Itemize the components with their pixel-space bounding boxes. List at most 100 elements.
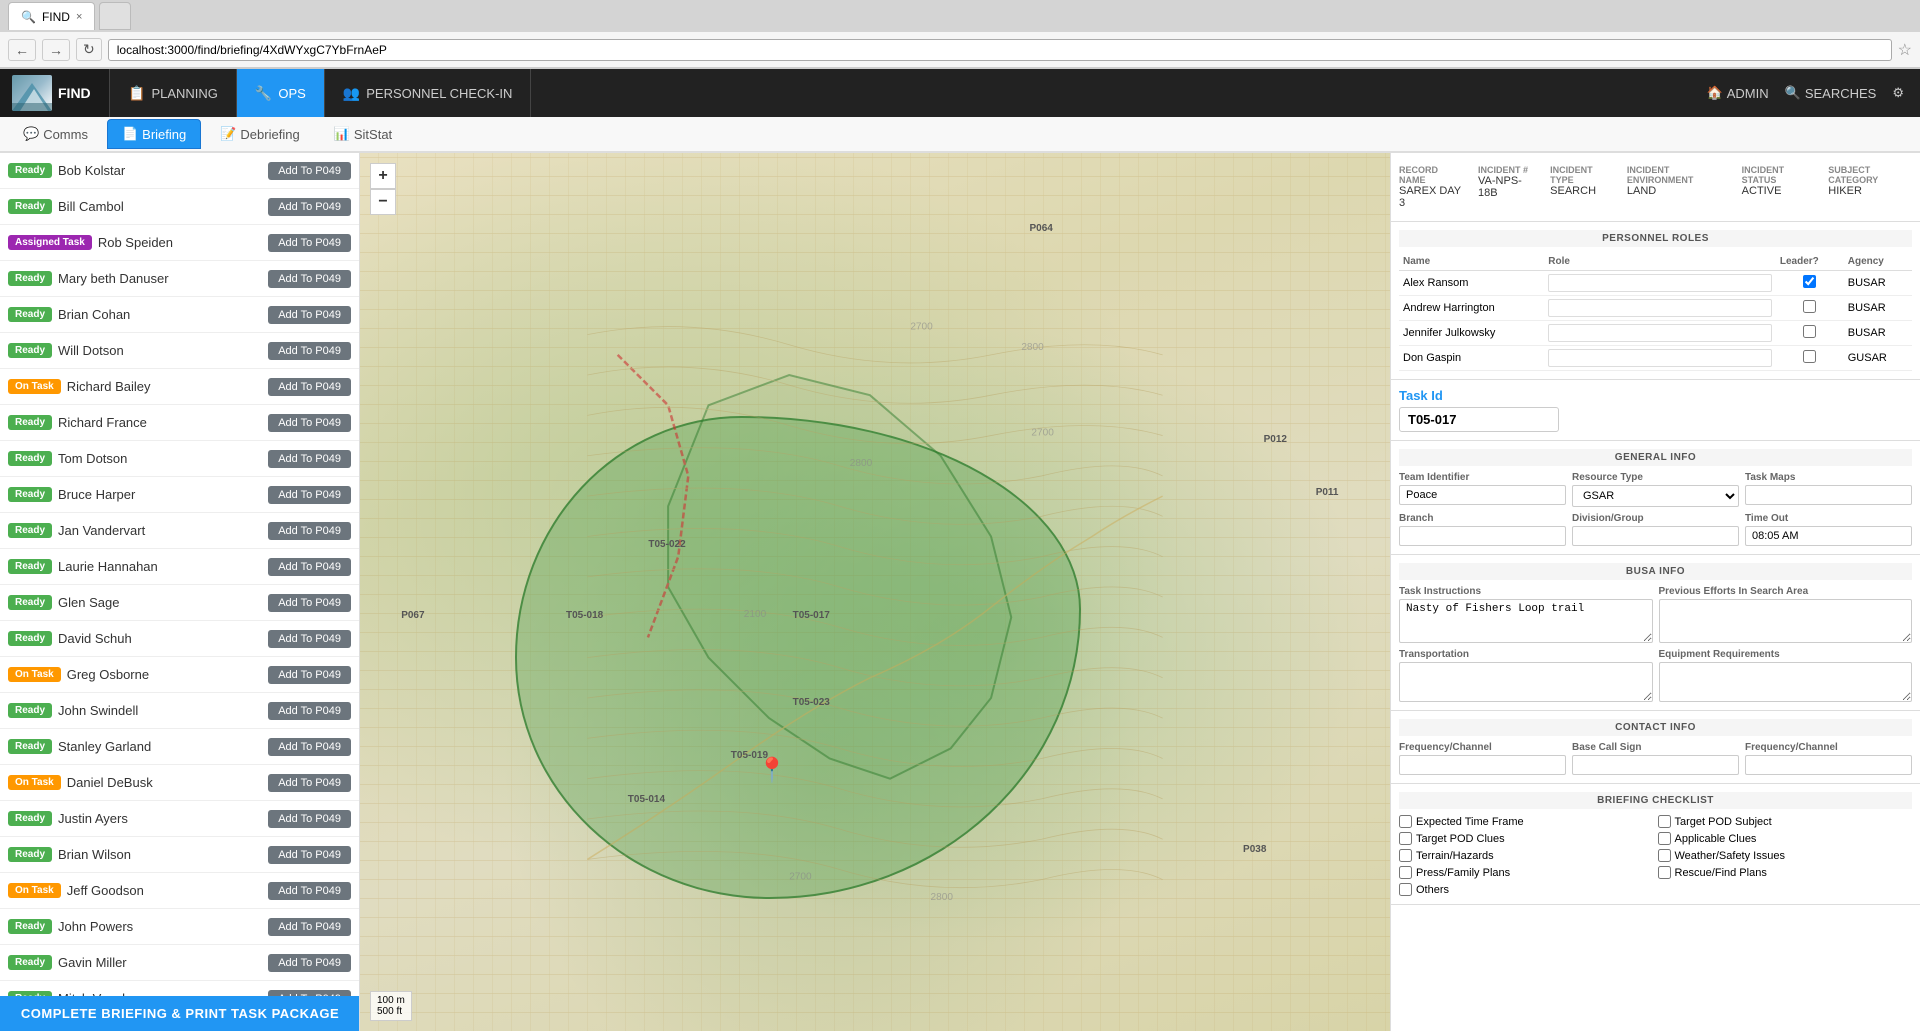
nav-tab-planning[interactable]: 📋 PLANNING — [110, 69, 237, 117]
list-item: Ready Stanley Garland Add To P049 — [0, 729, 359, 765]
add-to-task-btn[interactable]: Add To P049 — [268, 774, 351, 792]
person-name: Will Dotson — [58, 343, 124, 358]
role-input[interactable] — [1548, 324, 1772, 342]
freq-channel-input[interactable] — [1399, 755, 1566, 775]
transportation-input[interactable] — [1399, 662, 1653, 702]
sub-tab-comms[interactable]: 💬 Comms — [8, 119, 103, 149]
role-input[interactable] — [1548, 349, 1772, 367]
add-to-task-btn[interactable]: Add To P049 — [268, 270, 351, 288]
address-bar[interactable] — [108, 39, 1892, 61]
sub-tab-debriefing[interactable]: 📝 Debriefing — [205, 119, 314, 149]
person-name: Jeff Goodson — [67, 883, 144, 898]
browser-tab-new[interactable] — [99, 2, 131, 30]
briefing-checklist-section: BRIEFING CHECKLIST Expected Time Frame T… — [1391, 784, 1920, 905]
role-agency: BUSAR — [1844, 321, 1912, 346]
browser-tab-find[interactable]: 🔍 FIND × — [8, 2, 95, 30]
add-to-task-btn[interactable]: Add To P049 — [268, 594, 351, 612]
add-to-task-btn[interactable]: Add To P049 — [268, 666, 351, 684]
add-to-task-btn[interactable]: Add To P049 — [268, 738, 351, 756]
add-to-task-btn[interactable]: Add To P049 — [268, 882, 351, 900]
checklist-checkbox-others[interactable] — [1399, 883, 1412, 896]
main-nav-tabs: 📋 PLANNING 🔧 OPS 👥 PERSONNEL CHECK-IN — [110, 69, 531, 117]
tab-close-btn[interactable]: × — [76, 11, 82, 23]
task-instructions-input[interactable]: Nasty of Fishers Loop trail — [1399, 599, 1653, 643]
add-to-task-btn[interactable]: Add To P049 — [268, 630, 351, 648]
sub-tab-sitstat[interactable]: 📊 SitStat — [319, 119, 407, 149]
team-identifier-input[interactable] — [1399, 485, 1566, 505]
add-to-task-btn[interactable]: Add To P049 — [268, 306, 351, 324]
checklist-checkbox-rescue_find[interactable] — [1658, 866, 1671, 879]
branch-input[interactable] — [1399, 526, 1566, 546]
freq-channel2-input[interactable] — [1745, 755, 1912, 775]
checklist-checkbox-press_family[interactable] — [1399, 866, 1412, 879]
leader-checkbox[interactable] — [1803, 275, 1816, 288]
prev-efforts-input[interactable] — [1659, 599, 1913, 643]
division-input[interactable] — [1572, 526, 1739, 546]
leader-checkbox[interactable] — [1803, 300, 1816, 313]
status-badge: Ready — [8, 163, 52, 178]
add-to-task-btn[interactable]: Add To P049 — [268, 378, 351, 396]
task-id-input[interactable] — [1399, 407, 1559, 432]
map-label-t05018: T05-018 — [566, 610, 603, 621]
checklist-checkbox-target_pod_clues[interactable] — [1399, 832, 1412, 845]
equipment-req-input[interactable] — [1659, 662, 1913, 702]
leader-checkbox[interactable] — [1803, 350, 1816, 363]
zoom-out-btn[interactable]: − — [370, 189, 396, 215]
admin-link[interactable]: 🏠 ADMIN — [1707, 85, 1769, 101]
task-maps-input[interactable] — [1745, 485, 1912, 505]
status-badge: On Task — [8, 379, 61, 394]
status-badge: Ready — [8, 595, 52, 610]
personnel-icon: 👥 — [343, 85, 360, 102]
checklist-checkbox-expected_time[interactable] — [1399, 815, 1412, 828]
base-call-sign-input[interactable] — [1572, 755, 1739, 775]
searches-link[interactable]: 🔍 SEARCHES — [1785, 85, 1877, 101]
add-to-task-btn[interactable]: Add To P049 — [268, 198, 351, 216]
add-to-task-btn[interactable]: Add To P049 — [268, 918, 351, 936]
add-to-task-btn[interactable]: Add To P049 — [268, 486, 351, 504]
role-input[interactable] — [1548, 274, 1772, 292]
add-to-task-btn[interactable]: Add To P049 — [268, 846, 351, 864]
leader-checkbox[interactable] — [1803, 325, 1816, 338]
team-identifier-group: Team Identifier — [1399, 472, 1566, 507]
add-to-task-btn[interactable]: Add To P049 — [268, 342, 351, 360]
person-name: Brian Cohan — [58, 307, 130, 322]
forward-btn[interactable]: → — [42, 39, 70, 61]
add-to-task-btn[interactable]: Add To P049 — [268, 558, 351, 576]
time-out-input[interactable] — [1745, 526, 1912, 546]
status-badge: On Task — [8, 667, 61, 682]
back-btn[interactable]: ← — [8, 39, 36, 61]
person-left: Ready Tom Dotson — [8, 451, 127, 466]
nav-tab-personnel[interactable]: 👥 PERSONNEL CHECK-IN — [325, 69, 532, 117]
col-role: Role — [1544, 253, 1776, 271]
settings-link[interactable]: ⚙ — [1892, 85, 1904, 101]
ops-icon: 🔧 — [255, 85, 272, 102]
reload-btn[interactable]: ↻ — [76, 38, 102, 61]
add-to-task-btn[interactable]: Add To P049 — [268, 702, 351, 720]
add-to-task-btn[interactable]: Add To P049 — [268, 954, 351, 972]
checklist-checkbox-terrain_hazards[interactable] — [1399, 849, 1412, 862]
add-to-task-btn[interactable]: Add To P049 — [268, 162, 351, 180]
add-to-task-btn[interactable]: Add To P049 — [268, 522, 351, 540]
add-to-task-btn[interactable]: Add To P049 — [268, 450, 351, 468]
role-input[interactable] — [1548, 299, 1772, 317]
browser-chrome: 🔍 FIND × ← → ↻ ☆ — [0, 0, 1920, 69]
bookmark-icon[interactable]: ☆ — [1898, 40, 1912, 60]
person-left: Ready Mary beth Danuser — [8, 271, 169, 286]
nav-tab-ops[interactable]: 🔧 OPS — [237, 69, 325, 117]
complete-briefing-btn[interactable]: COMPLETE BRIEFING & PRINT TASK PACKAGE — [0, 996, 360, 1031]
svg-text:2100: 2100 — [744, 609, 767, 620]
sub-tab-briefing[interactable]: 📄 Briefing — [107, 119, 201, 149]
checklist-item: Press/Family Plans — [1399, 866, 1654, 879]
resource-type-select[interactable]: GSAR HELO K9 — [1572, 485, 1739, 507]
team-identifier-label: Team Identifier — [1399, 472, 1566, 483]
task-maps-group: Task Maps — [1745, 472, 1912, 507]
checklist-checkbox-target_pod_subject[interactable] — [1658, 815, 1671, 828]
map-label-t05017: T05-017 — [793, 610, 830, 621]
add-to-task-btn[interactable]: Add To P049 — [268, 234, 351, 252]
add-to-task-btn[interactable]: Add To P049 — [268, 414, 351, 432]
add-to-task-btn[interactable]: Add To P049 — [268, 810, 351, 828]
checklist-checkbox-applicable_clues[interactable] — [1658, 832, 1671, 845]
checklist-checkbox-weather_safety[interactable] — [1658, 849, 1671, 862]
map-label-p012: P012 — [1264, 434, 1287, 445]
zoom-in-btn[interactable]: + — [370, 163, 396, 189]
